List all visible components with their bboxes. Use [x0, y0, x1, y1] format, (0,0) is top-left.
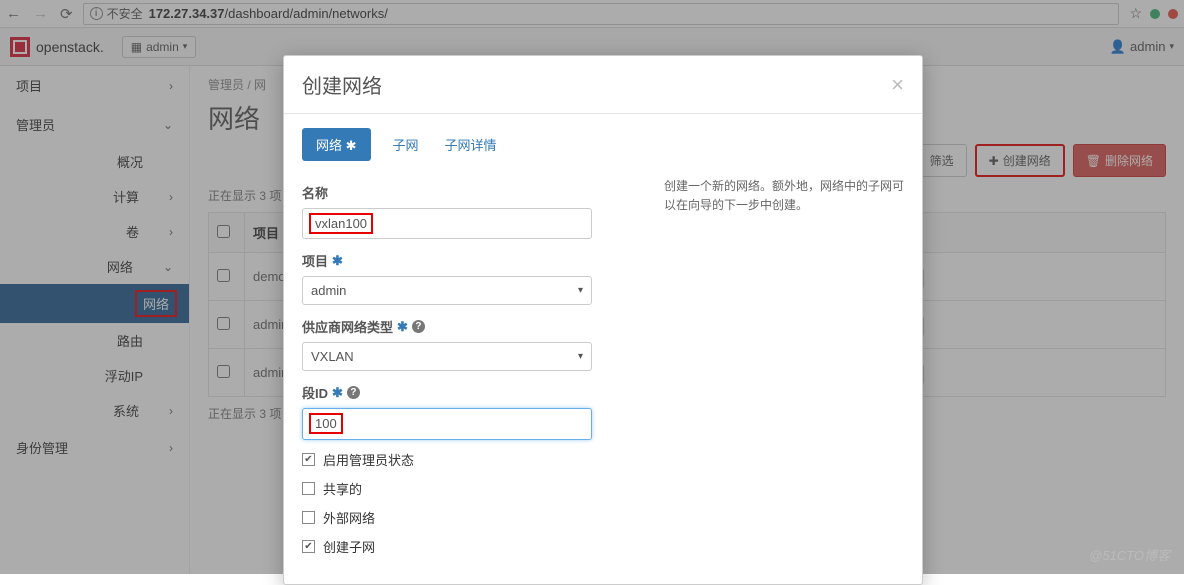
tab-network[interactable]: 网络 ✱	[302, 128, 371, 161]
name-input[interactable]: vxlan100	[302, 208, 592, 239]
check-enable-admin-state[interactable]: ✔启用管理员状态	[302, 450, 634, 469]
help-icon[interactable]: ?	[347, 386, 360, 399]
check-shared[interactable]: 共享的	[302, 479, 634, 498]
tab-subnet[interactable]: 子网	[389, 128, 423, 161]
watermark: @51CTO博客	[1089, 545, 1170, 564]
close-icon[interactable]: ×	[891, 72, 904, 98]
segment-id-input[interactable]: 100	[302, 408, 592, 440]
project-select[interactable]: admin▾	[302, 276, 592, 305]
label-name: 名称	[302, 183, 634, 202]
modal-title: 创建网络	[302, 70, 891, 99]
provider-type-select[interactable]: VXLAN▾	[302, 342, 592, 371]
caret-down-icon: ▾	[578, 285, 583, 296]
label-segment-id: 段ID	[302, 383, 328, 402]
tab-subnet-detail[interactable]: 子网详情	[441, 128, 501, 161]
check-create-subnet[interactable]: ✔创建子网	[302, 537, 634, 556]
label-provider-type: 供应商网络类型	[302, 317, 393, 336]
modal-help-text: 创建一个新的网络。额外地，网络中的子网可以在向导的下一步中创建。	[664, 171, 904, 566]
create-network-modal: 创建网络 × 网络 ✱ 子网 子网详情 名称 vxlan100 项目✱ admi…	[283, 55, 923, 585]
label-project: 项目	[302, 251, 328, 270]
caret-down-icon: ▾	[578, 351, 583, 362]
check-external[interactable]: 外部网络	[302, 508, 634, 527]
help-icon[interactable]: ?	[412, 320, 425, 333]
